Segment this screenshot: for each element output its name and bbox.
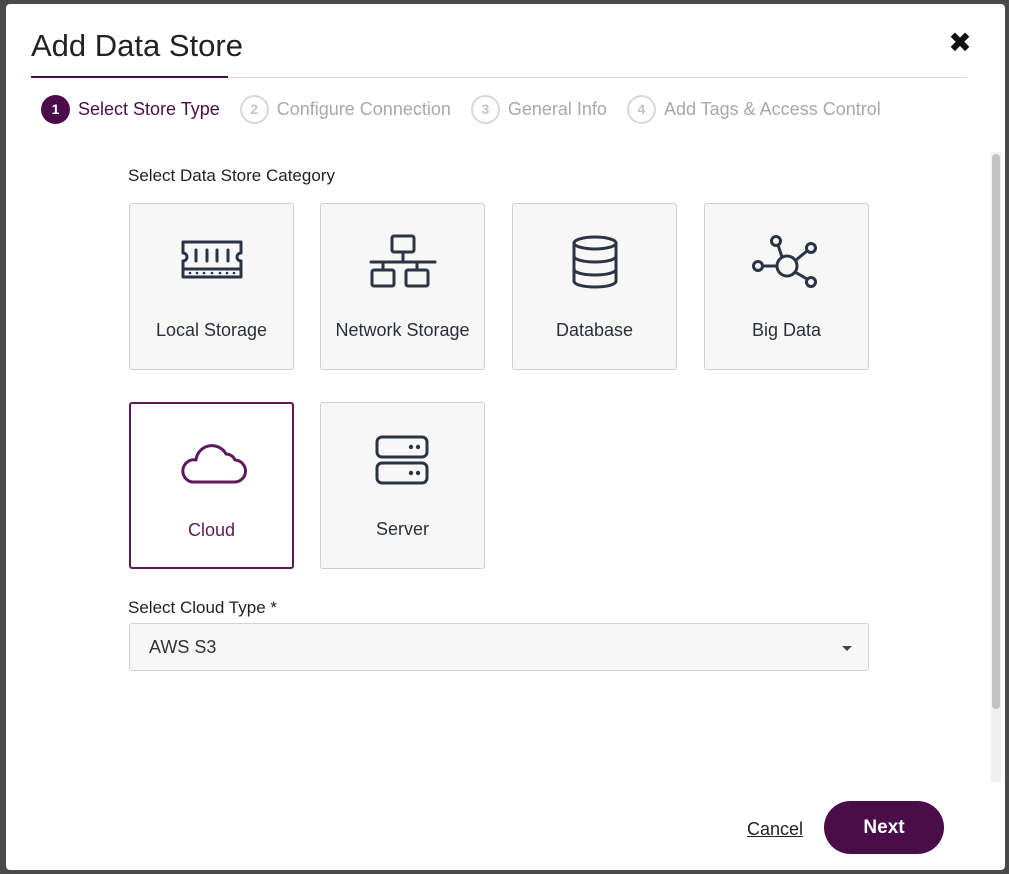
server-icon: [375, 435, 428, 485]
title-divider-accent: [31, 76, 228, 78]
database-icon: [572, 235, 617, 289]
close-icon[interactable]: ✖: [947, 29, 973, 57]
step-add-tags-access-control[interactable]: 4 Add Tags & Access Control: [626, 94, 881, 124]
step-number: 2: [239, 94, 269, 124]
scrollbar-thumb[interactable]: [992, 154, 1000, 709]
tile-label: Big Data: [751, 320, 822, 340]
hub-nodes-icon: [751, 235, 817, 288]
step-configure-connection[interactable]: 2 Configure Connection: [239, 94, 451, 124]
tile-local-storage[interactable]: Local Storage: [129, 203, 294, 370]
tile-label: Network Storage: [335, 320, 470, 340]
category-label: Select Data Store Category: [128, 166, 335, 185]
tile-cloud[interactable]: Cloud: [129, 402, 294, 569]
cloud-type-label: Select Cloud Type *: [128, 598, 277, 617]
step-number: 1: [41, 94, 70, 124]
memory-chip-icon: [181, 240, 242, 279]
tile-label: Cloud: [187, 520, 236, 540]
step-label: General Info: [507, 98, 607, 119]
cloud-type-value: AWS S3: [149, 637, 217, 657]
caret-down-icon: [842, 646, 852, 651]
step-label: Add Tags & Access Control: [663, 98, 881, 119]
step-general-info[interactable]: 3 General Info: [470, 94, 607, 124]
tile-network-storage[interactable]: Network Storage: [320, 203, 485, 370]
tile-big-data[interactable]: Big Data: [704, 203, 869, 370]
dialog-title: Add Data Store: [31, 28, 243, 63]
tile-label: Local Storage: [155, 320, 268, 340]
step-select-store-type[interactable]: 1 Select Store Type: [41, 94, 220, 124]
cloud-icon: [180, 444, 247, 484]
tile-server[interactable]: Server: [320, 402, 485, 569]
wizard-steps: 1 Select Store Type 2 Configure Connecti…: [41, 94, 901, 124]
add-data-store-dialog: Add Data Store ✖ 1 Select Store Type 2 C…: [6, 4, 1005, 870]
tile-label: Server: [375, 519, 429, 539]
step-number: 3: [470, 94, 500, 124]
step-number: 4: [626, 94, 656, 124]
cancel-button[interactable]: Cancel: [747, 819, 803, 840]
step-label: Configure Connection: [276, 98, 451, 119]
tile-label: Database: [555, 320, 634, 340]
next-button[interactable]: Next: [824, 801, 944, 854]
step-label: Select Store Type: [78, 98, 220, 119]
tile-database[interactable]: Database: [512, 203, 677, 370]
network-icon: [369, 234, 436, 288]
cloud-type-select[interactable]: AWS S3: [129, 623, 869, 671]
scrollbar[interactable]: [991, 152, 1001, 782]
